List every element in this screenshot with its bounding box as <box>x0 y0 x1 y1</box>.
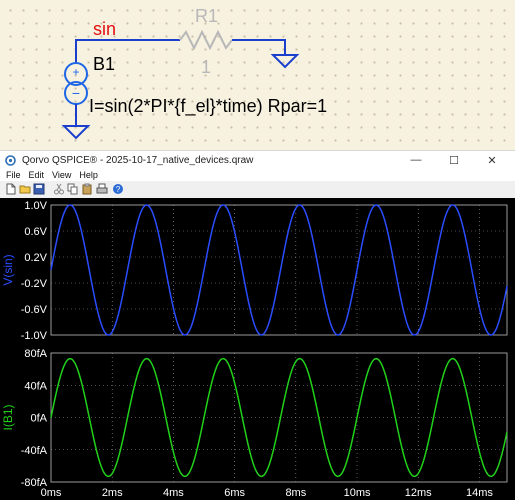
y-tick-label-top: -0.2V <box>21 278 48 290</box>
resistor-value-label[interactable]: 1 <box>201 57 211 77</box>
menu-view[interactable]: View <box>52 170 71 180</box>
menu-edit[interactable]: Edit <box>29 170 45 180</box>
copy-icon[interactable] <box>67 183 79 195</box>
y-tick-label-top: -0.6V <box>21 304 48 316</box>
new-icon[interactable] <box>5 183 17 195</box>
wire-ground-right[interactable] <box>232 39 286 55</box>
resistor-ref-label[interactable]: R1 <box>195 6 218 26</box>
paste-icon[interactable] <box>81 183 93 195</box>
window-title: Qorvo QSPICE® - 2025-10-17_native_device… <box>22 154 254 166</box>
close-button[interactable]: ✕ <box>473 154 511 167</box>
net-label-sin[interactable]: sin <box>93 19 116 39</box>
y-tick-label-top: 0.6V <box>24 226 47 238</box>
y-tick-label-top: -1.0V <box>21 330 48 342</box>
svg-text:?: ? <box>116 185 121 194</box>
svg-text:−: − <box>72 85 80 101</box>
source-expression-label[interactable]: I=sin(2*PI*{f_el}*time) Rpar=1 <box>89 96 327 117</box>
open-icon[interactable] <box>19 183 31 195</box>
window-titlebar[interactable]: Qorvo QSPICE® - 2025-10-17_native_device… <box>0 150 515 169</box>
waveform-plots[interactable]: 1.0V 0.6V 0.2V -0.2V -0.6V -1.0V V(sin) 80fA 40f… <box>0 198 515 500</box>
axis-label-top[interactable]: V(sin) <box>1 254 15 285</box>
plot-frame-top <box>50 204 508 336</box>
x-tick-label: 8ms <box>285 487 306 499</box>
y-tick-label-bottom: 40fA <box>24 380 47 392</box>
save-icon[interactable] <box>33 183 45 195</box>
resistor-r1-symbol[interactable] <box>179 29 233 51</box>
app-logo-icon <box>5 154 16 166</box>
y-tick-label-top: 1.0V <box>24 200 47 212</box>
svg-text:+: + <box>72 65 79 79</box>
x-tick-label: 12ms <box>405 487 432 499</box>
minimize-button[interactable]: — <box>397 154 435 166</box>
cut-icon[interactable] <box>53 183 65 195</box>
y-tick-label-top: 0.2V <box>24 252 47 264</box>
x-tick-label: 4ms <box>163 487 184 499</box>
menu-help[interactable]: Help <box>79 170 98 180</box>
x-tick-label: 2ms <box>102 487 123 499</box>
trace-top[interactable] <box>50 204 508 336</box>
y-tick-label-bottom: 80fA <box>24 348 47 360</box>
schematic-canvas[interactable]: + − sin R1 1 B1 I=sin(2*PI*{f_el}*time) … <box>0 0 515 150</box>
x-tick-label: 10ms <box>344 487 371 499</box>
current-source-b1-symbol[interactable]: + − <box>64 62 88 105</box>
print-icon[interactable] <box>96 183 108 195</box>
help-icon[interactable]: ? <box>112 183 124 195</box>
ground-right-icon <box>270 54 300 69</box>
waveform-viewer[interactable]: 1.0V 0.6V 0.2V -0.2V -0.6V -1.0V V(sin) 80fA 40f… <box>0 198 515 500</box>
y-tick-label-bottom: -40fA <box>21 445 48 457</box>
menu-bar: File Edit View Help <box>0 168 515 181</box>
wire-net-sin[interactable] <box>75 39 180 62</box>
maximize-button[interactable]: ☐ <box>435 154 473 167</box>
schematic-drawing: + − sin R1 1 B1 I=sin(2*PI*{f_el}*time) … <box>61 6 327 140</box>
x-tick-label: 6ms <box>224 487 245 499</box>
x-tick-label: 0ms <box>41 487 62 499</box>
ground-left-icon <box>61 125 91 140</box>
x-tick-label: 14ms <box>466 487 493 499</box>
menu-file[interactable]: File <box>6 170 21 180</box>
y-tick-label-bottom: 0fA <box>30 413 47 425</box>
source-ref-label[interactable]: B1 <box>93 54 115 74</box>
toolbar: ? <box>0 181 515 199</box>
axis-label-bottom[interactable]: I(B1) <box>1 404 15 430</box>
